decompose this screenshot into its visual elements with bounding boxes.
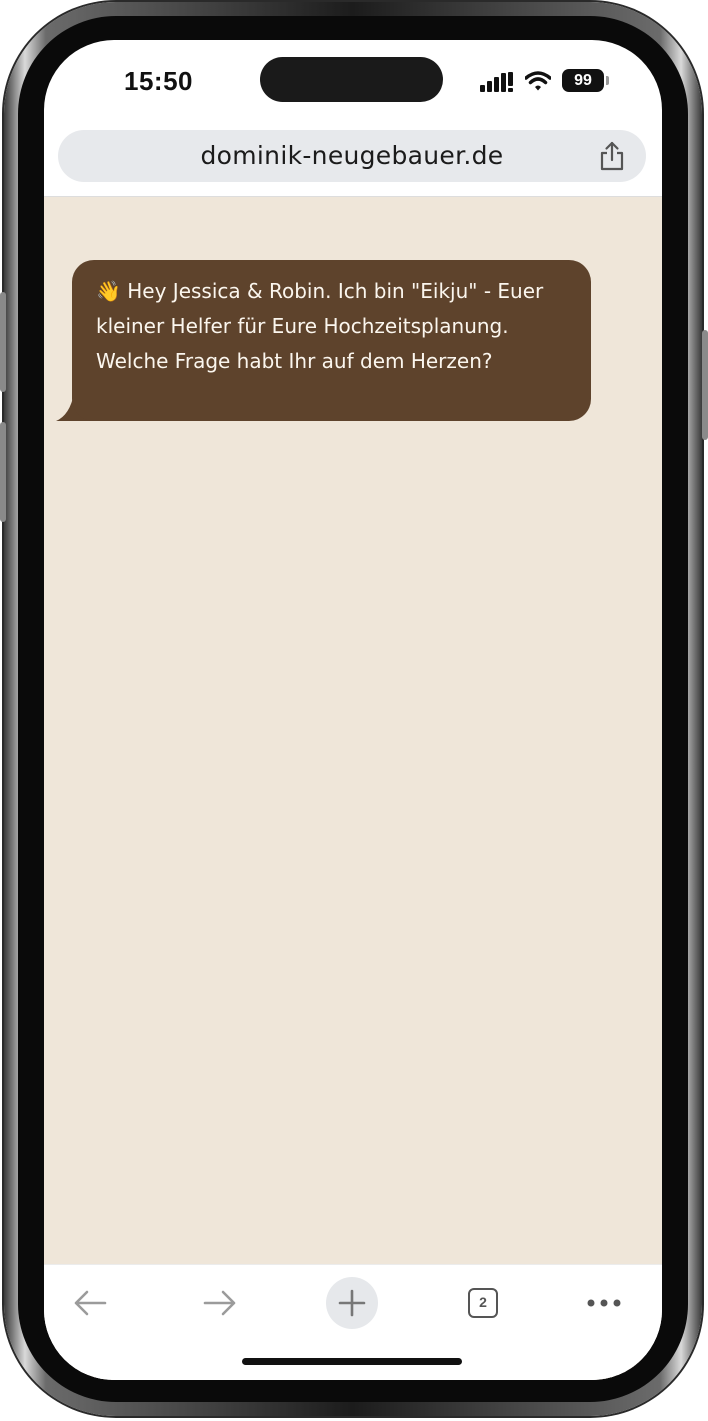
tabs-icon: 2: [468, 1288, 498, 1318]
message-content: Hey Jessica & Robin. Ich bin "Eikju" - E…: [96, 279, 544, 373]
status-time: 15:50: [124, 66, 193, 96]
wifi-icon: [525, 71, 551, 91]
cellular-signal-icon: [480, 72, 513, 92]
arrow-right-icon: [203, 1290, 236, 1316]
status-bar: 15:50 99: [44, 40, 662, 124]
address-bar[interactable]: dominik-neugebauer.de: [58, 130, 646, 182]
bot-message-text: 👋 Hey Jessica & Robin. Ich bin "Eikju" -…: [96, 274, 571, 379]
battery-tip: [606, 76, 609, 85]
chat-area: 👋 Hey Jessica & Robin. Ich bin "Eikju" -…: [44, 197, 662, 1380]
side-button-mute: [0, 292, 6, 392]
battery-icon: 99: [562, 69, 604, 92]
back-button[interactable]: [64, 1277, 116, 1329]
url-text[interactable]: dominik-neugebauer.de: [58, 130, 646, 182]
home-indicator[interactable]: [242, 1358, 462, 1365]
more-menu-button[interactable]: [578, 1277, 630, 1329]
more-icon: [587, 1299, 621, 1307]
waving-hand-emoji: 👋: [96, 279, 121, 303]
bot-message-bubble: 👋 Hey Jessica & Robin. Ich bin "Eikju" -…: [72, 260, 591, 421]
arrow-left-icon: [74, 1290, 107, 1316]
forward-button[interactable]: [194, 1277, 246, 1329]
tabs-button[interactable]: 2: [457, 1277, 509, 1329]
side-button-volume: [0, 422, 6, 522]
dynamic-island: [260, 57, 443, 102]
new-tab-button[interactable]: [326, 1277, 378, 1329]
plus-icon: [338, 1289, 366, 1317]
side-button-power: [702, 330, 708, 440]
screen: 15:50 99 dominik-neugebauer.de 👋 Hey Jes…: [44, 40, 662, 1380]
share-icon[interactable]: [598, 141, 626, 171]
